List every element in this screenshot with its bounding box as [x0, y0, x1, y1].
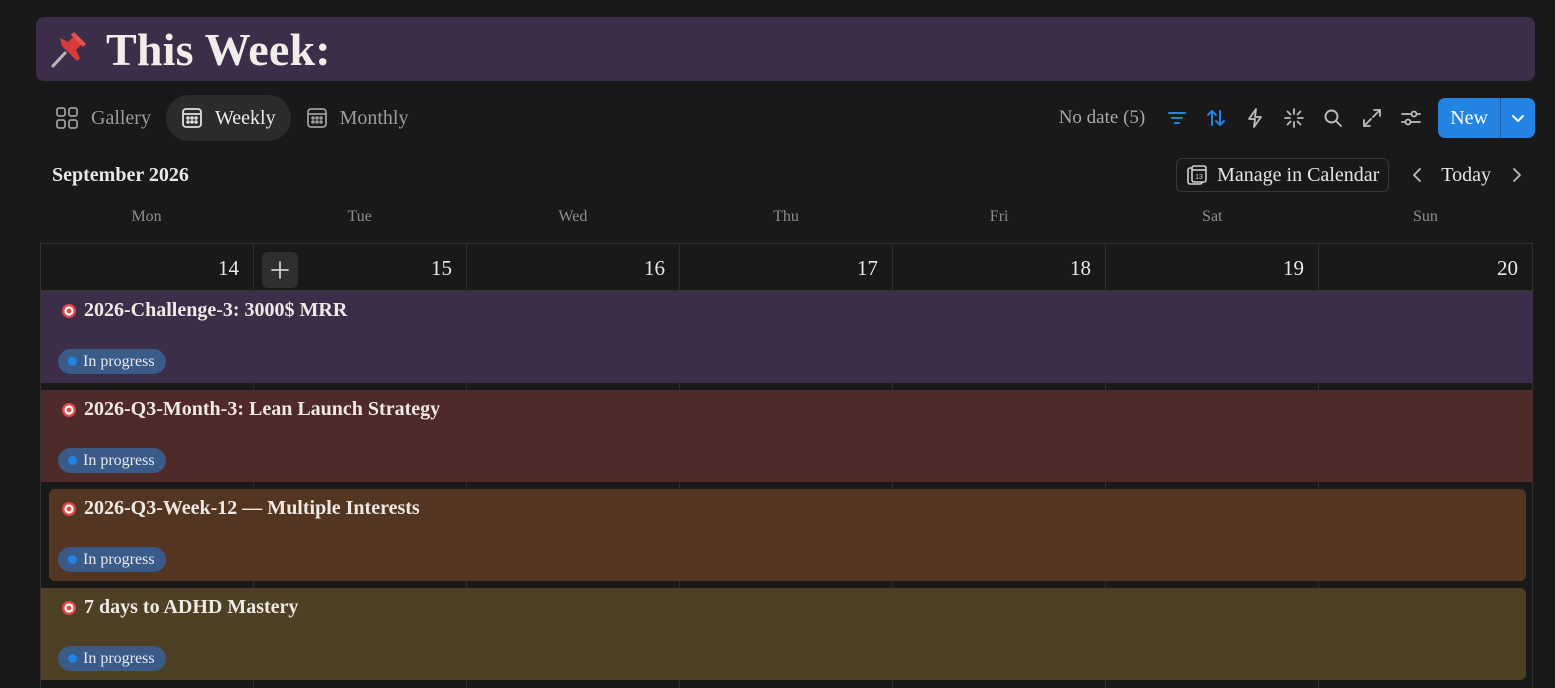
- add-event-button[interactable]: [262, 252, 298, 288]
- status-badge: In progress: [58, 349, 166, 374]
- weekday-label: Mon: [131, 208, 162, 225]
- tab-weekly-label: Weekly: [214, 106, 276, 129]
- status-dot: [68, 357, 77, 366]
- automation-bolt-icon: [1247, 108, 1262, 128]
- chevron-down-icon: [1512, 115, 1524, 122]
- filter-icon: [1167, 112, 1186, 124]
- expand-icon: [1362, 109, 1381, 127]
- day-number: 18: [1070, 256, 1091, 280]
- search-icon: [1324, 109, 1342, 127]
- weekday-label: Tue: [347, 208, 372, 225]
- event-title-text: 7 days to ADHD Mastery: [84, 596, 299, 618]
- event-card[interactable]: 7 days to ADHD Mastery In progress: [41, 588, 1526, 680]
- status-badge: In progress: [58, 547, 166, 572]
- status-text: In progress: [83, 352, 155, 370]
- expand-button[interactable]: [1352, 99, 1391, 138]
- manage-in-calendar-label: Manage in Calendar: [1217, 163, 1380, 186]
- day-number: 16: [644, 256, 665, 280]
- tab-gallery-label: Gallery: [91, 106, 151, 129]
- weekday-header: Mon Tue Wed Thu Fri Sat Sun: [40, 208, 1532, 236]
- new-button-group: New: [1438, 98, 1535, 138]
- status-dot: [68, 456, 77, 465]
- status-dot: [68, 654, 77, 663]
- tab-monthly-label: Monthly: [339, 106, 409, 129]
- view-toolbar: Gallery Weekly Monthly No date (5) New: [40, 95, 1535, 141]
- calendar-icon: [306, 108, 327, 128]
- new-button[interactable]: New: [1438, 98, 1500, 138]
- day-number: 14: [218, 256, 239, 280]
- new-dropdown-button[interactable]: [1501, 98, 1535, 138]
- tab-gallery[interactable]: Gallery: [40, 95, 166, 141]
- weekday-label: Sat: [1202, 208, 1223, 225]
- page-title-banner: This Week:: [36, 17, 1535, 81]
- weekday-label: Thu: [773, 208, 799, 225]
- status-text: In progress: [83, 451, 155, 469]
- status-text: In progress: [83, 649, 155, 667]
- status-dot: [68, 555, 77, 564]
- event-card[interactable]: 2026-Q3-Month-3: Lean Launch Strategy In…: [41, 390, 1533, 482]
- event-title: 2026-Challenge-3: 3000$ MRR: [61, 299, 347, 322]
- page-title: This Week:: [106, 23, 331, 75]
- event-title-text: 2026-Challenge-3: 3000$ MRR: [84, 299, 348, 321]
- tab-monthly[interactable]: Monthly: [291, 95, 424, 141]
- search-button[interactable]: [1313, 99, 1352, 138]
- calendar-header: September 2026 13 Manage in Calendar Tod…: [40, 156, 1535, 194]
- sort-icon: [1206, 110, 1225, 126]
- svg-text:13: 13: [1195, 174, 1203, 181]
- settings-button[interactable]: [1391, 99, 1430, 138]
- event-card[interactable]: 2026-Q3-Week-12 — Multiple Interests In …: [49, 489, 1526, 581]
- chevron-left-icon: [1413, 168, 1422, 182]
- day-number: 19: [1283, 256, 1304, 280]
- filter-button[interactable]: [1157, 99, 1196, 138]
- target-icon: [62, 402, 76, 417]
- gallery-grid-icon: [56, 107, 78, 129]
- manage-in-calendar-button[interactable]: 13 Manage in Calendar: [1176, 158, 1390, 192]
- sort-button[interactable]: [1196, 99, 1235, 138]
- pushpin-icon: [51, 32, 86, 68]
- calendar-app-icon: 13: [1187, 165, 1207, 185]
- plus-icon: [271, 261, 289, 279]
- target-icon: [62, 501, 76, 516]
- status-badge: In progress: [58, 448, 166, 473]
- day-number: 17: [857, 256, 878, 280]
- event-card[interactable]: 2026-Challenge-3: 3000$ MRR In progress: [41, 291, 1533, 383]
- previous-week-button[interactable]: [1399, 157, 1435, 193]
- event-title-text: 2026-Q3-Week-12 — Multiple Interests: [84, 497, 420, 519]
- event-title: 7 days to ADHD Mastery: [61, 596, 298, 619]
- event-title-text: 2026-Q3-Month-3: Lean Launch Strategy: [84, 398, 441, 420]
- event-title: 2026-Q3-Week-12 — Multiple Interests: [61, 497, 420, 520]
- no-date-button[interactable]: No date (5): [1059, 107, 1146, 129]
- target-icon: [62, 600, 76, 615]
- event-title: 2026-Q3-Month-3: Lean Launch Strategy: [61, 398, 440, 421]
- calendar-icon: [182, 108, 202, 128]
- week-grid: 14 15 16 17 18 19 20 2026-Challenge-3: 3…: [40, 243, 1534, 688]
- chevron-right-icon: [1513, 168, 1521, 182]
- weekday-label: Wed: [558, 208, 588, 225]
- automation-button[interactable]: [1235, 99, 1274, 138]
- target-icon: [62, 303, 76, 318]
- status-badge: In progress: [58, 646, 166, 671]
- today-button[interactable]: Today: [1435, 164, 1497, 187]
- weekday-label: Sun: [1412, 208, 1438, 225]
- ai-button[interactable]: [1274, 99, 1313, 138]
- ai-sparkle-icon: [1283, 108, 1304, 128]
- settings-sliders-icon: [1400, 110, 1421, 126]
- weekday-label: Fri: [989, 208, 1009, 225]
- next-week-button[interactable]: [1499, 157, 1535, 193]
- status-text: In progress: [83, 550, 155, 568]
- month-label: September 2026: [52, 163, 189, 186]
- tab-weekly[interactable]: Weekly: [165, 95, 291, 141]
- day-number: 15: [431, 256, 452, 280]
- day-number: 20: [1497, 256, 1518, 280]
